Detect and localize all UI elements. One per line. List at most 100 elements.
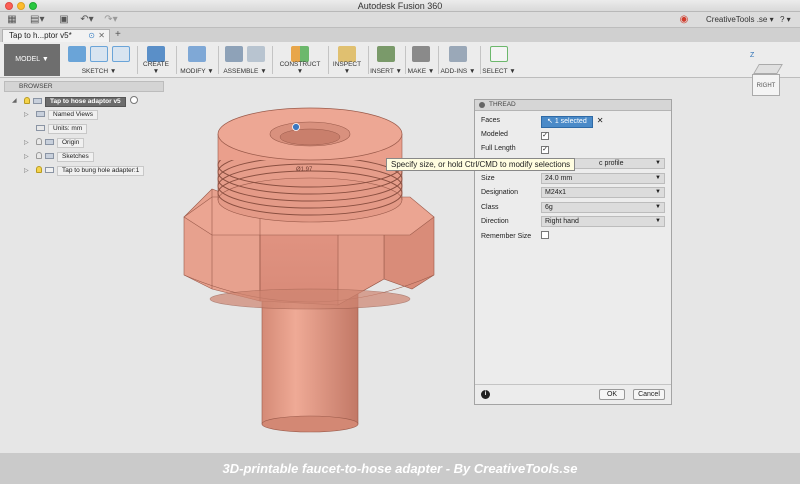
browser-item-label: Tap to bung hole adapter:1 [57, 166, 145, 176]
viewcube[interactable]: Z RIGHT [748, 52, 783, 104]
measure-icon [338, 46, 356, 62]
thread-dialog-header[interactable]: THREAD [475, 100, 671, 111]
addins-group[interactable]: ADD-INS ▼ [440, 44, 476, 76]
direction-dropdown[interactable]: Right hand ▼ [541, 216, 665, 227]
create-group[interactable]: CREATE ▼ [140, 44, 172, 76]
new-tab-icon[interactable]: + [115, 28, 121, 42]
browser-panel: BROWSER ◢ Tap to hose adaptor v5 ▷ Named… [0, 79, 170, 179]
construct-group[interactable]: CONSTRUCT ▼ [276, 44, 324, 76]
remember-size-checkbox[interactable] [541, 231, 549, 239]
browser-item-label: Named Views [48, 110, 98, 120]
select-icon [490, 46, 508, 62]
visibility-bulb-icon[interactable] [36, 166, 42, 173]
arc-icon [90, 46, 108, 62]
activate-radio-icon[interactable] [130, 96, 139, 104]
make-group[interactable]: MAKE ▼ [407, 44, 435, 76]
expand-triangle-icon[interactable]: ▷ [24, 152, 29, 162]
size-dropdown[interactable]: 24.0 mm ▼ [541, 173, 665, 184]
thread-dialog-footer: i OK Cancel [475, 384, 671, 404]
browser-root-label: Tap to hose adaptor v5 [45, 97, 126, 107]
window-titlebar: Autodesk Fusion 360 [0, 0, 800, 12]
workspace-switcher[interactable]: MODEL ▼ [4, 44, 60, 76]
account-menu[interactable]: CreativeTools .se ▾ [706, 14, 774, 26]
viewcube-right-face[interactable]: RIGHT [752, 74, 780, 96]
browser-item-origin[interactable]: ▷ Origin [24, 138, 85, 148]
browser-item-units[interactable]: Units: mm [36, 124, 88, 134]
collapse-triangle-icon[interactable]: ◢ [12, 96, 17, 106]
assemble-label: ASSEMBLE ▼ [223, 68, 267, 75]
browser-item-sketches[interactable]: ▷ Sketches [24, 152, 94, 162]
help-icon[interactable]: ? ▾ [780, 14, 791, 26]
info-icon[interactable]: i [481, 390, 490, 399]
browser-title: BROWSER [19, 83, 53, 90]
modeled-row: Modeled ✓ [481, 129, 665, 141]
document-settings-icon [36, 125, 45, 131]
diameter-label: Ø1.97 [296, 167, 313, 173]
remember-size-label: Remember Size [481, 233, 532, 240]
browser-root-item[interactable]: ◢ Tap to hose adaptor v5 [12, 96, 139, 107]
scripts-icon [449, 46, 467, 62]
remember-size-row: Remember Size [481, 231, 665, 243]
save-icon[interactable]: ▣ [58, 14, 70, 26]
full-length-checkbox[interactable]: ✓ [541, 146, 549, 154]
insert-group[interactable]: INSERT ▼ [370, 44, 402, 76]
close-tab-icon[interactable]: ✕ [98, 30, 105, 42]
component-icon [45, 167, 54, 173]
sketch-group[interactable]: SKETCH ▼ [64, 44, 134, 76]
ok-button[interactable]: OK [599, 389, 625, 400]
browser-item-component[interactable]: ▷ Tap to bung hole adapter:1 [24, 166, 145, 176]
divider [137, 46, 138, 74]
viewcube-top-face[interactable] [753, 64, 783, 74]
press-pull-icon [188, 46, 206, 62]
account-label: CreativeTools .se [706, 15, 768, 24]
cloud-sync-icon: ⊙ [88, 31, 95, 40]
document-tab-label: Tap to h...ptor v5* [9, 31, 72, 40]
select-group[interactable]: SELECT ▼ [482, 44, 516, 76]
insert-image-icon [377, 46, 395, 62]
modeled-checkbox[interactable]: ✓ [541, 132, 549, 140]
folder-icon [36, 111, 45, 117]
chevron-down-icon: ▼ [655, 189, 661, 195]
divider [368, 46, 369, 74]
expand-triangle-icon[interactable]: ▷ [24, 166, 29, 176]
undo-icon[interactable]: ↶▾ [80, 14, 94, 26]
modify-group[interactable]: MODIFY ▼ [180, 44, 214, 76]
divider [328, 46, 329, 74]
inspect-group[interactable]: INSPECT ▼ [330, 44, 364, 76]
document-tab[interactable]: Tap to h...ptor v5* ⊙ ✕ [2, 29, 110, 42]
rectangle-icon [112, 46, 130, 62]
clear-selection-icon[interactable]: ✕ [597, 115, 604, 127]
visibility-bulb-icon[interactable] [36, 152, 42, 159]
divider [272, 46, 273, 74]
modify-label: MODIFY ▼ [180, 68, 214, 75]
collapse-dialog-icon[interactable] [479, 102, 485, 108]
size-row: Size 24.0 mm ▼ [481, 173, 665, 185]
designation-row: Designation M24x1 ▼ [481, 187, 665, 199]
sketch-label: SKETCH ▼ [81, 68, 117, 75]
full-length-label: Full Length [481, 145, 516, 152]
browser-header[interactable]: BROWSER [4, 81, 164, 92]
insert-label: INSERT ▼ [370, 68, 402, 75]
expand-triangle-icon[interactable]: ▷ [24, 138, 29, 148]
visibility-bulb-icon[interactable] [36, 138, 42, 145]
faces-selection-button[interactable]: ↖ 1 selected [541, 116, 593, 128]
designation-dropdown[interactable]: M24x1 ▼ [541, 187, 665, 198]
record-icon[interactable]: ◉ [678, 14, 690, 26]
chevron-down-icon: ▼ [655, 204, 661, 210]
class-dropdown[interactable]: 6g ▼ [541, 202, 665, 213]
grid-menu-icon[interactable]: ▦ [6, 14, 18, 26]
file-icon[interactable]: ▤▾ [30, 14, 44, 26]
divider [438, 46, 439, 74]
expand-triangle-icon[interactable]: ▷ [24, 110, 29, 120]
browser-item-named-views[interactable]: ▷ Named Views [24, 110, 98, 120]
redo-icon[interactable]: ↷▾ [104, 14, 118, 26]
visibility-bulb-icon[interactable] [24, 97, 30, 104]
assemble-group[interactable]: ASSEMBLE ▼ [222, 44, 268, 76]
component-icon [33, 98, 42, 104]
folder-icon [45, 153, 54, 159]
thread-dialog: THREAD Faces ↖ 1 selected ✕ Modeled ✓ Ful… [474, 99, 672, 405]
extrude-icon [147, 46, 165, 62]
cancel-button[interactable]: Cancel [633, 389, 665, 400]
3d-print-icon [412, 46, 430, 62]
inspect-label: INSPECT ▼ [332, 61, 362, 75]
